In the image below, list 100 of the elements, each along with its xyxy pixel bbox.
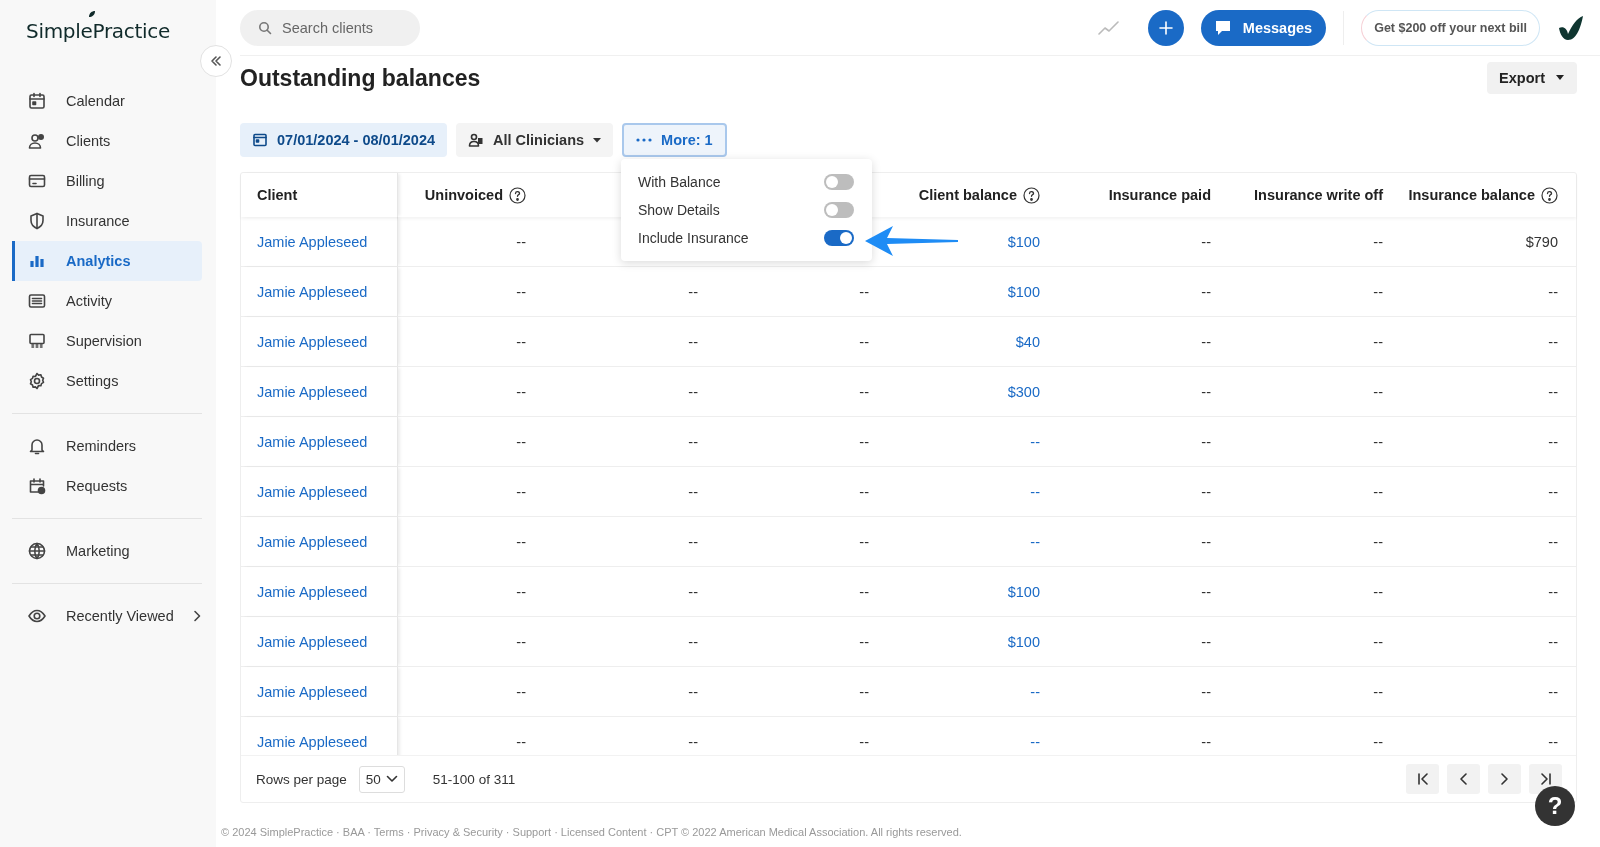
page-title: Outstanding balances	[240, 64, 481, 92]
client-link[interactable]: Jamie Appleseed	[257, 333, 368, 350]
table-cell: --	[1373, 583, 1383, 600]
sidebar-item[interactable]: Requests	[12, 466, 202, 506]
table-cell: --	[859, 333, 869, 350]
sidebar-item[interactable]: Recently Viewed	[12, 596, 202, 636]
table-cell: --	[1373, 433, 1383, 450]
table-cell: --	[516, 433, 526, 450]
toggle-label: With Balance	[638, 174, 721, 190]
table-cell: $790	[1525, 233, 1558, 250]
table-cell: --	[859, 433, 869, 450]
client-link[interactable]: Jamie Appleseed	[257, 533, 368, 550]
logo: SimplePractice	[26, 19, 170, 43]
client-link[interactable]: Jamie Appleseed	[257, 583, 368, 600]
balance-link[interactable]: --	[1030, 483, 1040, 500]
balance-link[interactable]: $100	[1007, 583, 1040, 600]
balance-link[interactable]: $100	[1007, 633, 1040, 650]
table-cell: --	[688, 433, 698, 450]
table-cell: --	[516, 683, 526, 700]
table-cell: --	[1201, 383, 1211, 400]
table-cell: --	[1548, 433, 1558, 450]
chevron-down-icon	[385, 775, 398, 783]
table-cell: --	[859, 583, 869, 600]
add-button[interactable]	[1147, 9, 1184, 46]
toggle-switch[interactable]	[824, 174, 854, 190]
client-link[interactable]: Jamie Appleseed	[257, 683, 368, 700]
previous-page-button[interactable]	[1447, 764, 1480, 794]
client-link[interactable]: Jamie Appleseed	[257, 733, 368, 750]
calendar-icon	[252, 132, 268, 148]
list-icon	[27, 291, 47, 311]
balance-link[interactable]: --	[1030, 733, 1040, 750]
table-cell: --	[516, 483, 526, 500]
table-cell: --	[1548, 333, 1558, 350]
table-cell: --	[859, 533, 869, 550]
toggle-label: Show Details	[638, 202, 720, 218]
sidebar-item[interactable]: Calendar	[12, 81, 202, 121]
balance-link[interactable]: $100	[1007, 233, 1040, 250]
clinicians-dropdown[interactable]: All Clinicians	[456, 123, 614, 157]
toggle-switch[interactable]	[824, 202, 854, 218]
client-link[interactable]: Jamie Appleseed	[257, 433, 368, 450]
column-header: Uninvoiced	[424, 187, 503, 203]
sidebar-item[interactable]: Supervision	[12, 321, 202, 361]
table-cell: --	[688, 333, 698, 350]
next-page-button[interactable]	[1488, 764, 1521, 794]
sidebar-item[interactable]: Settings	[12, 361, 202, 401]
table-cell: --	[516, 733, 526, 750]
trend-icon	[1097, 20, 1120, 35]
search-icon	[258, 20, 272, 35]
client-link[interactable]: Jamie Appleseed	[257, 283, 368, 300]
people-icon	[468, 132, 485, 148]
client-link[interactable]: Jamie Appleseed	[257, 633, 368, 650]
column-header: Insurance balance	[1408, 187, 1535, 203]
balance-link[interactable]: $100	[1007, 283, 1040, 300]
rows-per-page-select[interactable]: 50	[358, 765, 405, 793]
bell-icon	[27, 436, 47, 456]
sidebar-item[interactable]: Billing	[12, 161, 202, 201]
sidebar-item[interactable]: Marketing	[12, 531, 202, 571]
balance-link[interactable]: $300	[1007, 383, 1040, 400]
globe-icon	[27, 541, 47, 561]
table-cell: --	[688, 483, 698, 500]
table-cell: --	[688, 283, 698, 300]
table-cell: --	[1373, 633, 1383, 650]
help-button[interactable]: ?	[1535, 786, 1575, 826]
table-cell: --	[1548, 683, 1558, 700]
table-cell: --	[688, 633, 698, 650]
balance-link[interactable]: --	[1030, 433, 1040, 450]
table-cell: --	[1201, 733, 1211, 750]
balance-link[interactable]: --	[1030, 533, 1040, 550]
messages-button[interactable]: Messages	[1200, 9, 1327, 46]
table-cell: --	[1548, 533, 1558, 550]
table-cell: --	[516, 283, 526, 300]
column-header: Insurance paid	[1108, 187, 1211, 203]
date-range-button[interactable]: 07/01/2024 - 08/01/2024	[240, 123, 448, 157]
sidebar-item[interactable]: Reminders	[12, 426, 202, 466]
sidebar-item[interactable]: Insurance	[12, 201, 202, 241]
table-cell: --	[1373, 533, 1383, 550]
sidebar-item[interactable]: Clients	[12, 121, 202, 161]
table-cell: --	[1201, 283, 1211, 300]
collapse-button[interactable]	[200, 45, 232, 77]
table-cell: --	[516, 583, 526, 600]
search-field[interactable]: Search clients	[240, 9, 420, 46]
sidebar-item[interactable]: Activity	[12, 281, 202, 321]
balance-link[interactable]: $40	[1015, 333, 1040, 350]
first-page-button[interactable]	[1406, 764, 1439, 794]
sidebar-item[interactable]: Analytics	[12, 241, 202, 281]
table-cell: --	[1373, 683, 1383, 700]
export-button[interactable]: Export	[1487, 62, 1577, 94]
promo-button[interactable]: Get $200 off your next bill	[1361, 9, 1540, 46]
balance-link[interactable]: --	[1030, 683, 1040, 700]
client-link[interactable]: Jamie Appleseed	[257, 233, 368, 250]
table-cell: --	[1548, 733, 1558, 750]
client-link[interactable]: Jamie Appleseed	[257, 383, 368, 400]
table-cell: --	[1548, 633, 1558, 650]
toggle-switch[interactable]	[824, 230, 854, 246]
gear-icon	[27, 371, 47, 391]
leaf-icon	[88, 10, 96, 18]
client-link[interactable]: Jamie Appleseed	[257, 483, 368, 500]
more-filters-button[interactable]: More: 1	[622, 123, 727, 157]
column-header: Insurance write off	[1254, 187, 1383, 203]
table-cell: --	[1548, 383, 1558, 400]
